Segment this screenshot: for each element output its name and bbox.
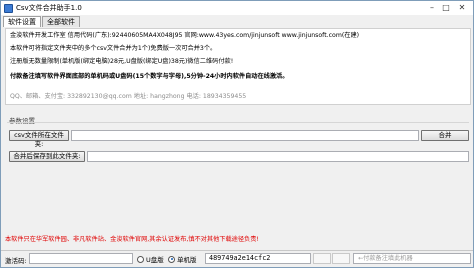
radio-usb-edition[interactable]: U盘版 — [137, 254, 164, 264]
params-divider — [7, 122, 469, 123]
params-group-label: 参数设置 — [9, 117, 35, 125]
radio-pc-label: 单机版 — [177, 256, 197, 264]
status-bar: 激活码: U盘版 单机版 489749a2e14cfc2 ←付款备注填此机器 — [1, 250, 473, 267]
source-folder-field[interactable] — [71, 130, 419, 141]
tab-all-software[interactable]: 全部软件 — [42, 16, 80, 27]
payment-note-text: 付款备注填写软件界面底部的单机码或U盘码(15个数字与字母),5分钟-24小时内… — [10, 73, 289, 80]
developer-info-text: 金浚软件开发工作室 信用代码(广东):92440605MA4X048J95 官网… — [10, 32, 360, 39]
machine-code-field[interactable]: 489749a2e14cfc2 — [205, 253, 311, 264]
app-icon — [4, 3, 13, 13]
merge-button[interactable]: 合并 — [421, 130, 469, 141]
radio-dot-selected-icon — [168, 255, 175, 263]
minimize-icon[interactable]: – — [425, 2, 439, 13]
description-text: 本软件可将指定文件夹中的多个csv文件合并为1个)免费版一次可合并3个。 — [10, 45, 217, 52]
activation-code-label: 激活码: — [5, 257, 27, 265]
close-icon[interactable]: ✕ — [453, 2, 471, 13]
download-notice: 本软件只在华军软件园、非凡软件站、金浚软件官网,其余认证发布,慎不对其他下载途径… — [5, 236, 259, 243]
payment-note-field[interactable]: ←付款备注填此机器 — [353, 253, 471, 264]
app-window: Csv文件合并助手1.0 – □ ✕ 软件设置 全部软件 金浚软件开发工作室 信… — [0, 0, 474, 268]
empty-area — [5, 164, 471, 230]
activation-code-input[interactable] — [29, 253, 133, 264]
tab-bar: 软件设置 全部软件 — [3, 16, 81, 27]
status-cell-2 — [332, 253, 350, 264]
radio-pc-edition[interactable]: 单机版 — [168, 254, 197, 264]
info-panel: 金浚软件开发工作室 信用代码(广东):92440605MA4X048J95 官网… — [5, 28, 471, 105]
radio-usb-label: U盘版 — [146, 256, 164, 264]
radio-dot-icon — [137, 255, 144, 263]
pricing-text: 注册版无数量限制(单机版(绑定电脑)28元,U盘版(绑定U盘)38元)微信二维码… — [10, 58, 234, 65]
save-folder-button[interactable]: 合并后保存到此文件夹: — [9, 151, 85, 162]
select-csv-folder-button[interactable]: csv文件所在文件夹: — [9, 130, 69, 148]
window-title: Csv文件合并助手1.0 — [16, 4, 82, 12]
contact-text: QQ、邮箱、支付宝: 332892130@qq.com 地址: hangzhon… — [10, 93, 247, 100]
maximize-icon[interactable]: □ — [439, 2, 453, 13]
status-cell-1 — [313, 253, 331, 264]
tab-software-settings[interactable]: 软件设置 — [3, 16, 41, 27]
window-controls: – □ ✕ — [425, 2, 471, 13]
save-folder-field[interactable] — [87, 151, 469, 162]
title-bar[interactable]: Csv文件合并助手1.0 – □ ✕ — [1, 1, 473, 15]
